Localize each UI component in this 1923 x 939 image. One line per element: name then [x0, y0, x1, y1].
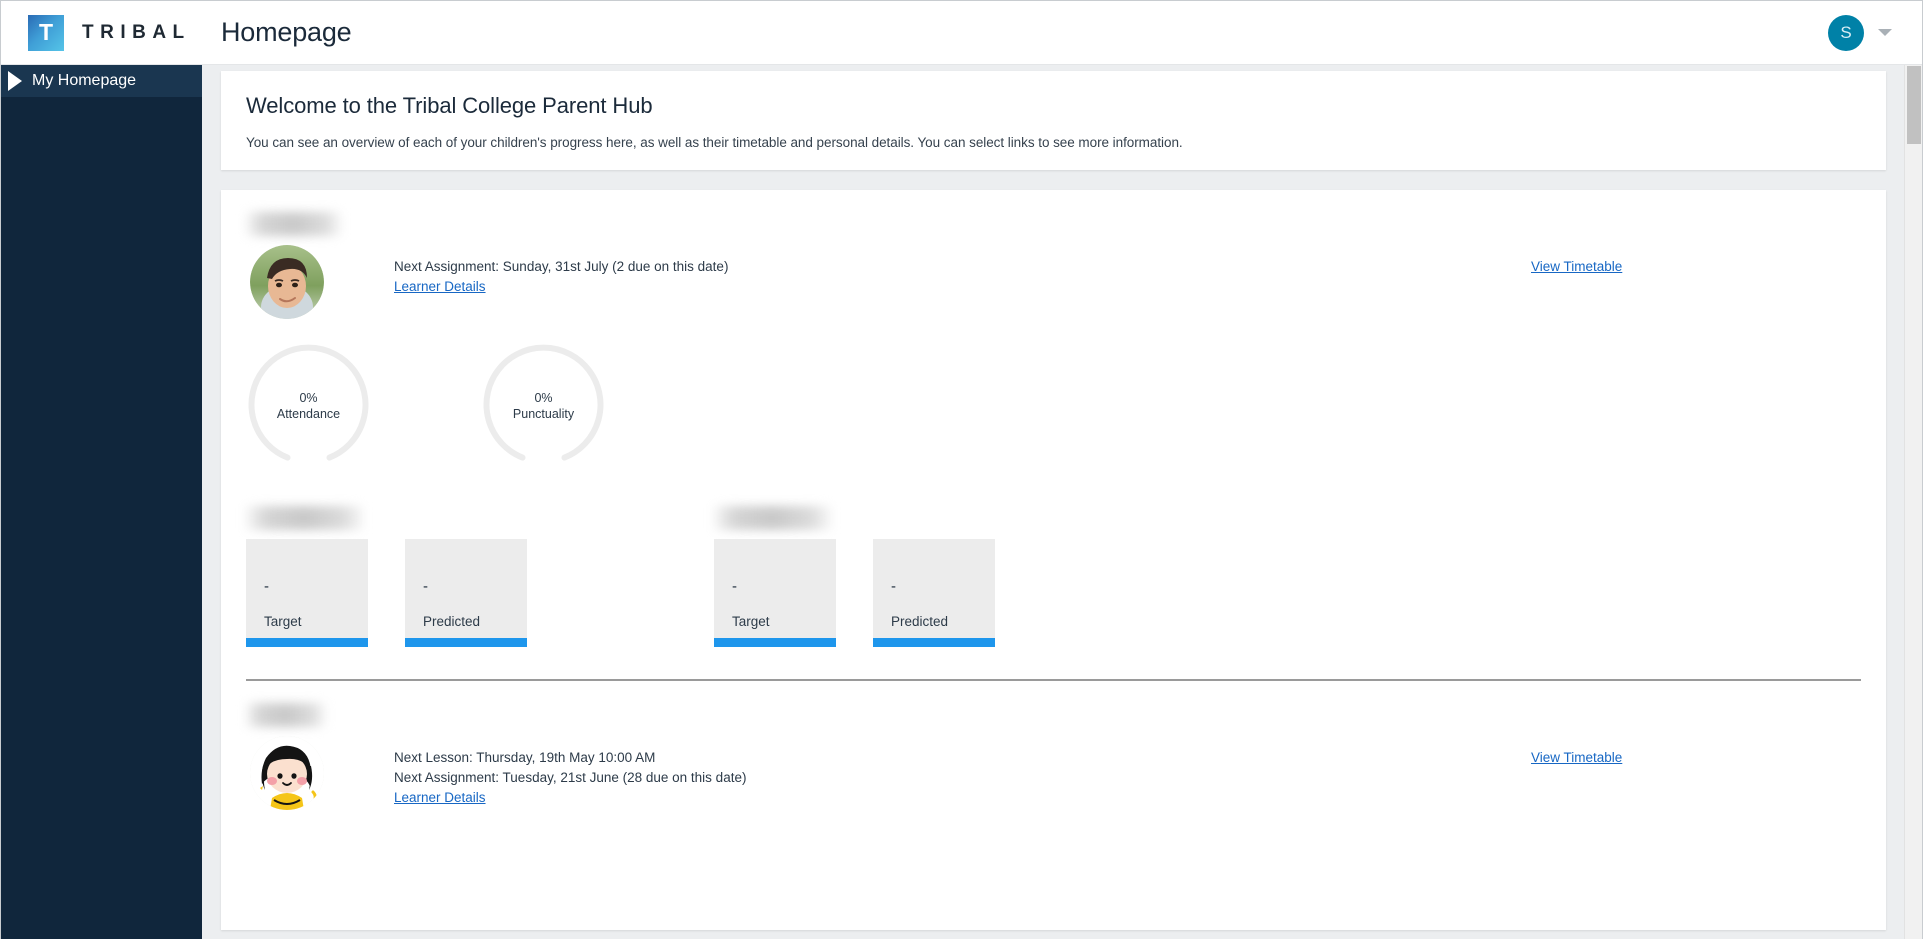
student-summary-row: Next Assignment: Sunday, 31st July (2 du…: [246, 245, 1861, 319]
welcome-card: Welcome to the Tribal College Parent Hub…: [221, 71, 1886, 170]
next-lesson-text: Next Lesson: Thursday, 19th May 10:00 AM: [394, 748, 1511, 767]
student-block: Next Lesson: Thursday, 19th May 10:00 AM…: [221, 681, 1886, 810]
attendance-caption: Attendance: [277, 406, 340, 422]
attendance-value: 0%: [299, 390, 317, 406]
subject-name-redacted: [714, 506, 832, 530]
next-assignment-text: Next Assignment: Tuesday, 21st June (28 …: [394, 768, 1511, 787]
subject-group: - Target - Predicted: [246, 506, 527, 647]
predicted-label: Predicted: [891, 614, 995, 629]
student-avatar-photo: [250, 736, 324, 810]
view-timetable-link[interactable]: View Timetable: [1531, 750, 1622, 765]
subject-name-redacted: [246, 506, 364, 530]
subject-group: - Target - Predicted: [714, 506, 995, 647]
punctuality-gauge: 0% Punctuality: [481, 343, 606, 468]
welcome-title: Welcome to the Tribal College Parent Hub: [246, 93, 1861, 119]
chevron-down-icon[interactable]: [1878, 29, 1892, 36]
tile-accent-bar: [246, 638, 368, 647]
sidebar-item-my-homepage[interactable]: My Homepage: [1, 65, 202, 97]
tribal-logo-icon: T: [28, 15, 64, 51]
student-info: Next Lesson: Thursday, 19th May 10:00 AM…: [394, 736, 1511, 807]
subject-tiles: - Target - Predicted: [714, 539, 995, 647]
app-window: T TRIBAL Homepage S My Homepage Welcome …: [0, 0, 1923, 939]
learner-details-link[interactable]: Learner Details: [394, 790, 486, 805]
main-content: Welcome to the Tribal College Parent Hub…: [202, 65, 1905, 939]
attendance-gauge: 0% Attendance: [246, 343, 371, 468]
tile-accent-bar: [714, 638, 836, 647]
avatar[interactable]: S: [1828, 15, 1864, 51]
brand-logo[interactable]: T TRIBAL: [1, 1, 202, 65]
students-card: Next Assignment: Sunday, 31st July (2 du…: [221, 190, 1886, 930]
target-label: Target: [732, 614, 836, 629]
learner-details-link[interactable]: Learner Details: [394, 279, 486, 294]
student-avatar-photo: [250, 245, 324, 319]
tile-accent-bar: [873, 638, 995, 647]
top-bar-right: S: [1828, 15, 1922, 51]
predicted-value: -: [891, 578, 995, 596]
view-timetable-link[interactable]: View Timetable: [1531, 259, 1622, 274]
student-block: Next Assignment: Sunday, 31st July (2 du…: [221, 190, 1886, 647]
welcome-subtitle: You can see an overview of each of your …: [246, 135, 1861, 150]
timetable-column: View Timetable: [1531, 245, 1861, 276]
student-name-redacted: [246, 212, 342, 236]
attendance-gauge-label: 0% Attendance: [246, 343, 371, 468]
subjects-row: - Target - Predicted: [246, 506, 1861, 647]
brand-name: TRIBAL: [82, 22, 191, 44]
boy-photo-illustration: [250, 245, 324, 319]
target-label: Target: [264, 614, 368, 629]
predicted-tile[interactable]: - Predicted: [873, 539, 995, 647]
punctuality-gauge-label: 0% Punctuality: [481, 343, 606, 468]
subject-tiles: - Target - Predicted: [246, 539, 527, 647]
sidebar: My Homepage: [1, 65, 202, 939]
vertical-scrollbar[interactable]: [1904, 65, 1922, 939]
target-tile[interactable]: - Target: [246, 539, 368, 647]
target-value: -: [264, 578, 368, 596]
scrollbar-thumb[interactable]: [1907, 66, 1921, 144]
student-summary-row: Next Lesson: Thursday, 19th May 10:00 AM…: [246, 736, 1861, 810]
timetable-column: View Timetable: [1531, 736, 1861, 767]
triangle-right-icon: [8, 71, 22, 91]
predicted-tile[interactable]: - Predicted: [405, 539, 527, 647]
gauges-row: 0% Attendance 0% Punctuality: [246, 343, 1861, 468]
page-title: Homepage: [221, 17, 352, 48]
student-info: Next Assignment: Sunday, 31st July (2 du…: [394, 245, 1511, 296]
target-value: -: [732, 578, 836, 596]
predicted-label: Predicted: [423, 614, 527, 629]
top-bar: T TRIBAL Homepage S: [1, 1, 1922, 65]
punctuality-value: 0%: [534, 390, 552, 406]
target-tile[interactable]: - Target: [714, 539, 836, 647]
tile-accent-bar: [405, 638, 527, 647]
punctuality-caption: Punctuality: [513, 406, 574, 422]
student-name-redacted: [246, 703, 326, 727]
girl-cartoon-illustration: [250, 736, 324, 810]
predicted-value: -: [423, 578, 527, 596]
next-assignment-text: Next Assignment: Sunday, 31st July (2 du…: [394, 257, 1511, 276]
sidebar-item-label: My Homepage: [32, 72, 136, 90]
